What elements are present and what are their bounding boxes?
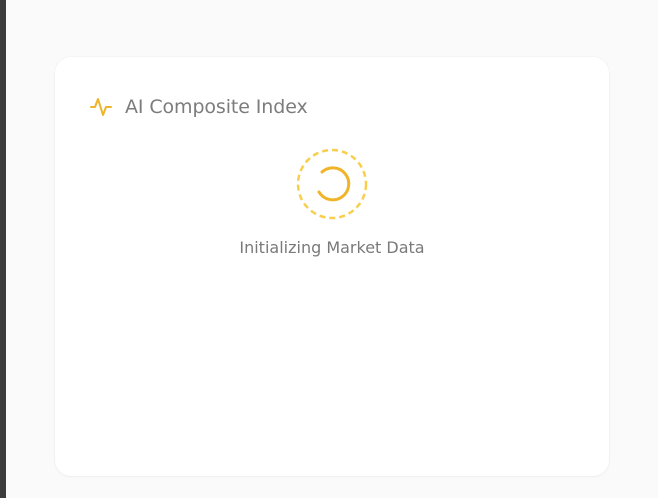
composite-index-card: AI Composite Index Initializing Market D… (55, 57, 609, 476)
card-title: AI Composite Index (125, 96, 308, 118)
loading-spinner (295, 147, 369, 221)
card-header: AI Composite Index (90, 95, 308, 119)
window-edge (0, 0, 6, 498)
spinner-outer-ring (296, 148, 368, 220)
activity-pulse-icon (90, 95, 114, 119)
spinner-icon (317, 166, 351, 202)
loading-status-text: Initializing Market Data (239, 238, 425, 257)
